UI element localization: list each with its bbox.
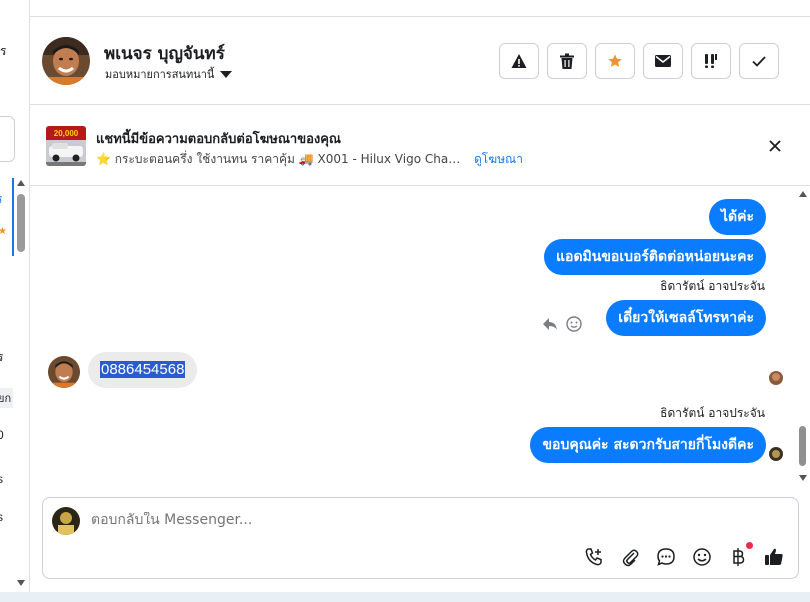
- ad-thumb-price: 20,000: [54, 129, 79, 138]
- thumbs-up-icon: [765, 548, 783, 565]
- close-banner-button[interactable]: [765, 136, 785, 156]
- bottom-band: [0, 592, 810, 602]
- header-actions: [499, 43, 779, 79]
- seen-avatar: [769, 371, 783, 385]
- emoji-reaction-icon[interactable]: [566, 316, 582, 332]
- message-bubble-outgoing[interactable]: เดี๋ยวให้เซลล์โทรหาค่ะ: [606, 300, 766, 336]
- message-bubble-outgoing[interactable]: ได้ค่ะ: [708, 199, 766, 235]
- flag-icon: [705, 54, 717, 68]
- chevron-down-icon: [220, 70, 233, 78]
- message-sender-name: ธิดารัตน์ อาจประจัน: [660, 279, 765, 293]
- close-icon: [769, 140, 781, 152]
- baht-icon: [733, 548, 745, 566]
- top-bar: [30, 0, 810, 17]
- assign-label: มอบหมายการสนทนานี้: [105, 68, 215, 81]
- trash-icon: [560, 53, 574, 69]
- ad-banner-title: แชทนี้มีข้อความตอบกลับต่อโฆษณาของคุณ: [96, 132, 341, 147]
- emoji-button[interactable]: [691, 546, 713, 568]
- star-button[interactable]: [595, 43, 635, 79]
- ad-thumbnail[interactable]: 20,000: [46, 126, 86, 166]
- follow-up-button[interactable]: [691, 43, 731, 79]
- payment-button[interactable]: [727, 542, 753, 568]
- message-text-selected[interactable]: 0886454568: [100, 361, 186, 378]
- composer-toolbar: [583, 542, 785, 568]
- call-add-icon: [585, 548, 602, 566]
- ad-banner-description: ⭐ กระบะตอนครึ่ง ใช้งานทน ราคาคุ้ม 🚚 X001…: [96, 152, 462, 166]
- ad-reply-banner: 20,000 แชทนี้มีข้อความตอบกลับต่อโฆษณาของ…: [30, 106, 810, 186]
- sidebar-fragment-text: 0: [0, 428, 4, 442]
- reply-input[interactable]: [91, 512, 771, 528]
- reply-icon[interactable]: [542, 317, 558, 331]
- scroll-up-arrow-icon[interactable]: [799, 191, 807, 197]
- mark-unread-button[interactable]: [643, 43, 683, 79]
- scroll-up-arrow-icon[interactable]: [17, 180, 25, 186]
- spam-button[interactable]: [499, 43, 539, 79]
- page-avatar: [52, 507, 80, 535]
- message-bubble-outgoing[interactable]: แอดมินขอเบอร์ติดต่อหน่อยนะคะ: [544, 239, 766, 275]
- sidebar-scrollbar[interactable]: [15, 178, 27, 590]
- envelope-icon: [655, 55, 671, 67]
- message-bubble-outgoing[interactable]: ขอบคุณค่ะ สะดวกรับสายกี่โมงดีคะ: [530, 427, 766, 463]
- message-sender-name: ธิดารัตน์ อาจประจัน: [660, 406, 765, 420]
- warning-icon: [511, 54, 527, 68]
- send-like-button[interactable]: [763, 546, 785, 568]
- call-add-button[interactable]: [583, 546, 605, 568]
- ad-banner-description-row: ⭐ กระบะตอนครึ่ง ใช้งานทน ราคาคุ้ม 🚚 X001…: [96, 150, 523, 169]
- sidebar-fragment-text: ร: [0, 190, 2, 209]
- message-hover-actions: [542, 316, 582, 332]
- emoji-icon: [693, 548, 711, 566]
- sidebar-scrollbar-thumb[interactable]: [17, 194, 25, 252]
- contact-name: พเนจร บุญจันทร์: [104, 44, 225, 64]
- sidebar-selected-indicator: [12, 178, 14, 256]
- sidebar-search-box-fragment[interactable]: [0, 116, 15, 162]
- sidebar-fragment-star-icon: ★: [0, 226, 7, 237]
- sidebar-fragment-text: s: [0, 510, 3, 524]
- star-icon: [608, 54, 622, 67]
- reply-composer: [42, 497, 799, 579]
- contact-avatar[interactable]: [42, 37, 90, 85]
- notification-dot: [746, 542, 753, 549]
- contact-avatar-small: [48, 356, 80, 388]
- left-sidebar-fragment: ร ร ★ ร ยก 0 s s: [0, 0, 30, 592]
- scroll-down-arrow-icon[interactable]: [17, 580, 25, 586]
- check-icon: [752, 55, 766, 67]
- attach-button[interactable]: [619, 546, 641, 568]
- saved-replies-button[interactable]: [655, 546, 677, 568]
- chat-bubble-icon: [657, 548, 675, 566]
- done-button[interactable]: [739, 43, 779, 79]
- scrollbar-thumb[interactable]: [799, 426, 806, 466]
- assign-conversation-dropdown[interactable]: มอบหมายการสนทนานี้: [105, 65, 233, 83]
- paperclip-icon: [622, 549, 639, 567]
- sidebar-fragment-text: ยก: [0, 388, 14, 408]
- view-ad-link[interactable]: ดูโฆษณา: [474, 150, 523, 169]
- scroll-down-arrow-icon[interactable]: [799, 475, 807, 481]
- conversation-header: พเนจร บุญจันทร์ มอบหมายการสนทนานี้: [30, 17, 810, 105]
- seen-avatar: [769, 447, 783, 461]
- message-bubble-incoming[interactable]: 0886454568: [88, 352, 198, 388]
- delete-button[interactable]: [547, 43, 587, 79]
- sidebar-fragment-text: ร: [0, 44, 7, 58]
- sidebar-fragment-text: ร: [0, 348, 3, 367]
- message-thread: ได้ค่ะ แอดมินขอเบอร์ติดต่อหน่อยนะคะ ธิดา…: [30, 186, 795, 486]
- message-thread-scrollbar[interactable]: [795, 186, 810, 486]
- sidebar-fragment-text: s: [0, 472, 3, 486]
